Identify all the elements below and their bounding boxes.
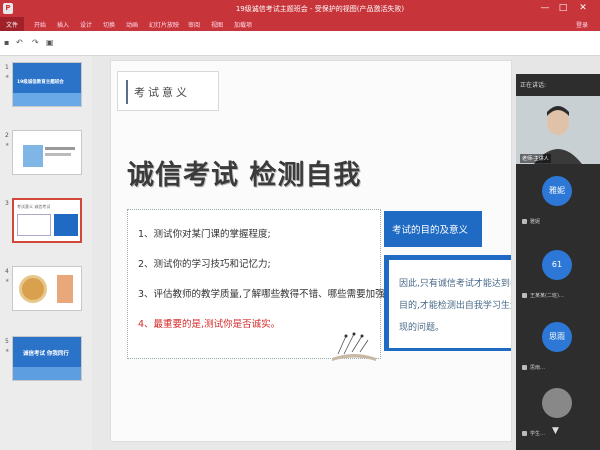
tab-design[interactable]: 设计 — [80, 20, 92, 29]
mic-icon — [522, 219, 527, 224]
thumbnail-wave — [13, 367, 81, 380]
tab-animations[interactable]: 动画 — [126, 20, 138, 29]
thumbnail-title: 考试意义 诚信考试 — [17, 204, 51, 209]
speaker-name: 老师-主讲人 — [520, 154, 551, 163]
quick-access-toolbar: ▪ ↶ ↷ ▣ — [0, 31, 600, 56]
undo-icon[interactable]: ↶ — [16, 38, 23, 47]
conclusion-text-line: 现的问题。 — [399, 323, 445, 333]
star-icon: ★ — [5, 278, 10, 284]
tab-home[interactable]: 开始 — [34, 20, 46, 29]
slide-thumbnail-2[interactable] — [12, 130, 82, 175]
slide-thumbnail-1[interactable]: 19级诚信教育主题班会 — [12, 62, 82, 107]
section-label: 考试意义 — [134, 86, 190, 99]
purpose-label: 考试的目的及意义 — [384, 211, 482, 247]
slide-number: 5 — [5, 338, 9, 345]
speaking-header: 正在讲话: — [520, 82, 547, 89]
slide-number: 2 — [5, 132, 9, 139]
tab-file[interactable]: 文件 — [0, 17, 25, 31]
slide-number: 3 — [5, 200, 9, 207]
slide-thumbnail-3[interactable]: 考试意义 诚信考试 — [12, 198, 82, 243]
minimize-button[interactable]: — — [538, 2, 552, 14]
mic-icon — [522, 431, 527, 436]
thumbnail-blue-block — [54, 214, 78, 236]
thumbnail-title: 诚信考试 你我同行 — [23, 351, 69, 357]
content-list-box[interactable]: 1、测试你对某门课的掌握程度; 2、测试你的学习技巧和记忆力; 3、评估教师的教… — [127, 209, 388, 361]
maximize-button[interactable]: □ — [556, 2, 570, 14]
slide-title[interactable]: 诚信考试 检测自我 — [127, 153, 361, 192]
tab-addins[interactable]: 加载项 — [234, 20, 252, 29]
star-icon: ★ — [5, 142, 10, 148]
slide-thumbnail-5[interactable]: 诚信考试 你我同行 — [12, 336, 82, 381]
tab-review[interactable]: 审阅 — [188, 20, 200, 29]
participant-tile[interactable]: 思雨 思雨… — [516, 316, 600, 376]
slideshow-start-icon[interactable]: ▣ — [46, 38, 54, 47]
list-item: 2、测试你的学习技巧和记忆力; — [138, 259, 271, 270]
tab-insert[interactable]: 插入 — [57, 20, 69, 29]
list-item-highlight: 4、最重要的是,测试你是否诚实。 — [138, 319, 281, 330]
participant-name: 思雨… — [530, 365, 546, 371]
scroll-down-icon[interactable]: ▼ — [552, 426, 559, 436]
participant-avatar: 思雨 — [542, 322, 572, 352]
slide-number: 4 — [5, 268, 9, 275]
window-title: 19级诚信考试主题班会 - 受保护的视图(产品激活失败) — [235, 5, 405, 13]
participant-avatar: 雅妮 — [542, 176, 572, 206]
list-item: 3、评估教师的教学质量,了解哪些教得不错、哪些需要加强; — [138, 289, 388, 300]
title-bar: P 19级诚信考试主题班会 - 受保护的视图(产品激活失败) — □ ✕ — [0, 0, 600, 17]
participant-tile[interactable]: 61 王某某(二班)… — [516, 244, 600, 304]
tab-slideshow[interactable]: 幻灯片放映 — [149, 20, 179, 29]
slide-thumbnails-pane: 1 ★ 19级诚信教育主题班会 2 ★ 3 考试意义 诚信考试 4 ★ 5 ★ … — [0, 56, 92, 450]
conclusion-box: 因此,只有诚信考试才能达到考试 目的,才能检测出自我学习生活 现的问题。 — [384, 255, 512, 351]
save-icon[interactable]: ▪ — [4, 38, 9, 47]
thumbnail-text-line — [45, 153, 71, 156]
slide-thumbnail-4[interactable] — [12, 266, 82, 311]
slide-number: 1 — [5, 64, 9, 71]
list-item: 1、测试你对某门课的掌握程度; — [138, 229, 271, 240]
thumbnail-figure — [57, 275, 73, 303]
close-button[interactable]: ✕ — [576, 2, 590, 14]
thumbnail-circle — [19, 275, 47, 303]
thumbnail-text-line — [45, 147, 75, 150]
thumbnail-image — [23, 145, 43, 167]
powerpoint-icon: P — [3, 3, 13, 14]
current-slide[interactable]: 考试意义 诚信考试 检测自我 1、测试你对某门课的掌握程度; 2、测试你的学习技… — [110, 60, 512, 442]
star-icon: ★ — [5, 348, 10, 354]
participant-avatar — [542, 388, 572, 418]
video-call-panel: 正在讲话: 老师-主讲人 雅妮 雅妮 61 王某某(二班)… 思雨 思雨… 学生… — [516, 74, 600, 450]
speaker-video[interactable]: 老师-主讲人 — [516, 96, 600, 164]
tab-transitions[interactable]: 切换 — [103, 20, 115, 29]
section-label-box: 考试意义 — [117, 71, 219, 111]
thumbnail-title: 19级诚信教育主题班会 — [17, 80, 64, 85]
mic-icon — [522, 293, 527, 298]
tab-view[interactable]: 视图 — [211, 20, 223, 29]
login-link[interactable]: 登录 — [576, 20, 588, 29]
conclusion-text-line: 因此,只有诚信考试才能达到考试 — [399, 279, 511, 289]
ribbon-tabs: 文件 开始 插入 设计 切换 动画 幻灯片放映 审阅 视图 加载项 登录 — [0, 17, 600, 31]
redo-icon[interactable]: ↷ — [32, 38, 39, 47]
thumbnail-list — [17, 214, 51, 236]
participant-avatar: 61 — [542, 250, 572, 280]
thumbnail-wave — [13, 93, 81, 106]
participant-tile[interactable]: 雅妮 雅妮 — [516, 170, 600, 230]
participant-name: 学生… — [530, 431, 546, 437]
book-illustration-icon — [332, 332, 376, 361]
conclusion-text-line: 目的,才能检测出自我学习生活 — [399, 301, 512, 311]
participant-name: 王某某(二班)… — [530, 293, 564, 299]
participant-name: 雅妮 — [530, 219, 541, 225]
slide-editor[interactable]: 考试意义 诚信考试 检测自我 1、测试你对某门课的掌握程度; 2、测试你的学习技… — [92, 56, 512, 450]
mic-icon — [522, 365, 527, 370]
section-label-bar — [126, 80, 128, 104]
star-icon: ★ — [5, 74, 10, 80]
